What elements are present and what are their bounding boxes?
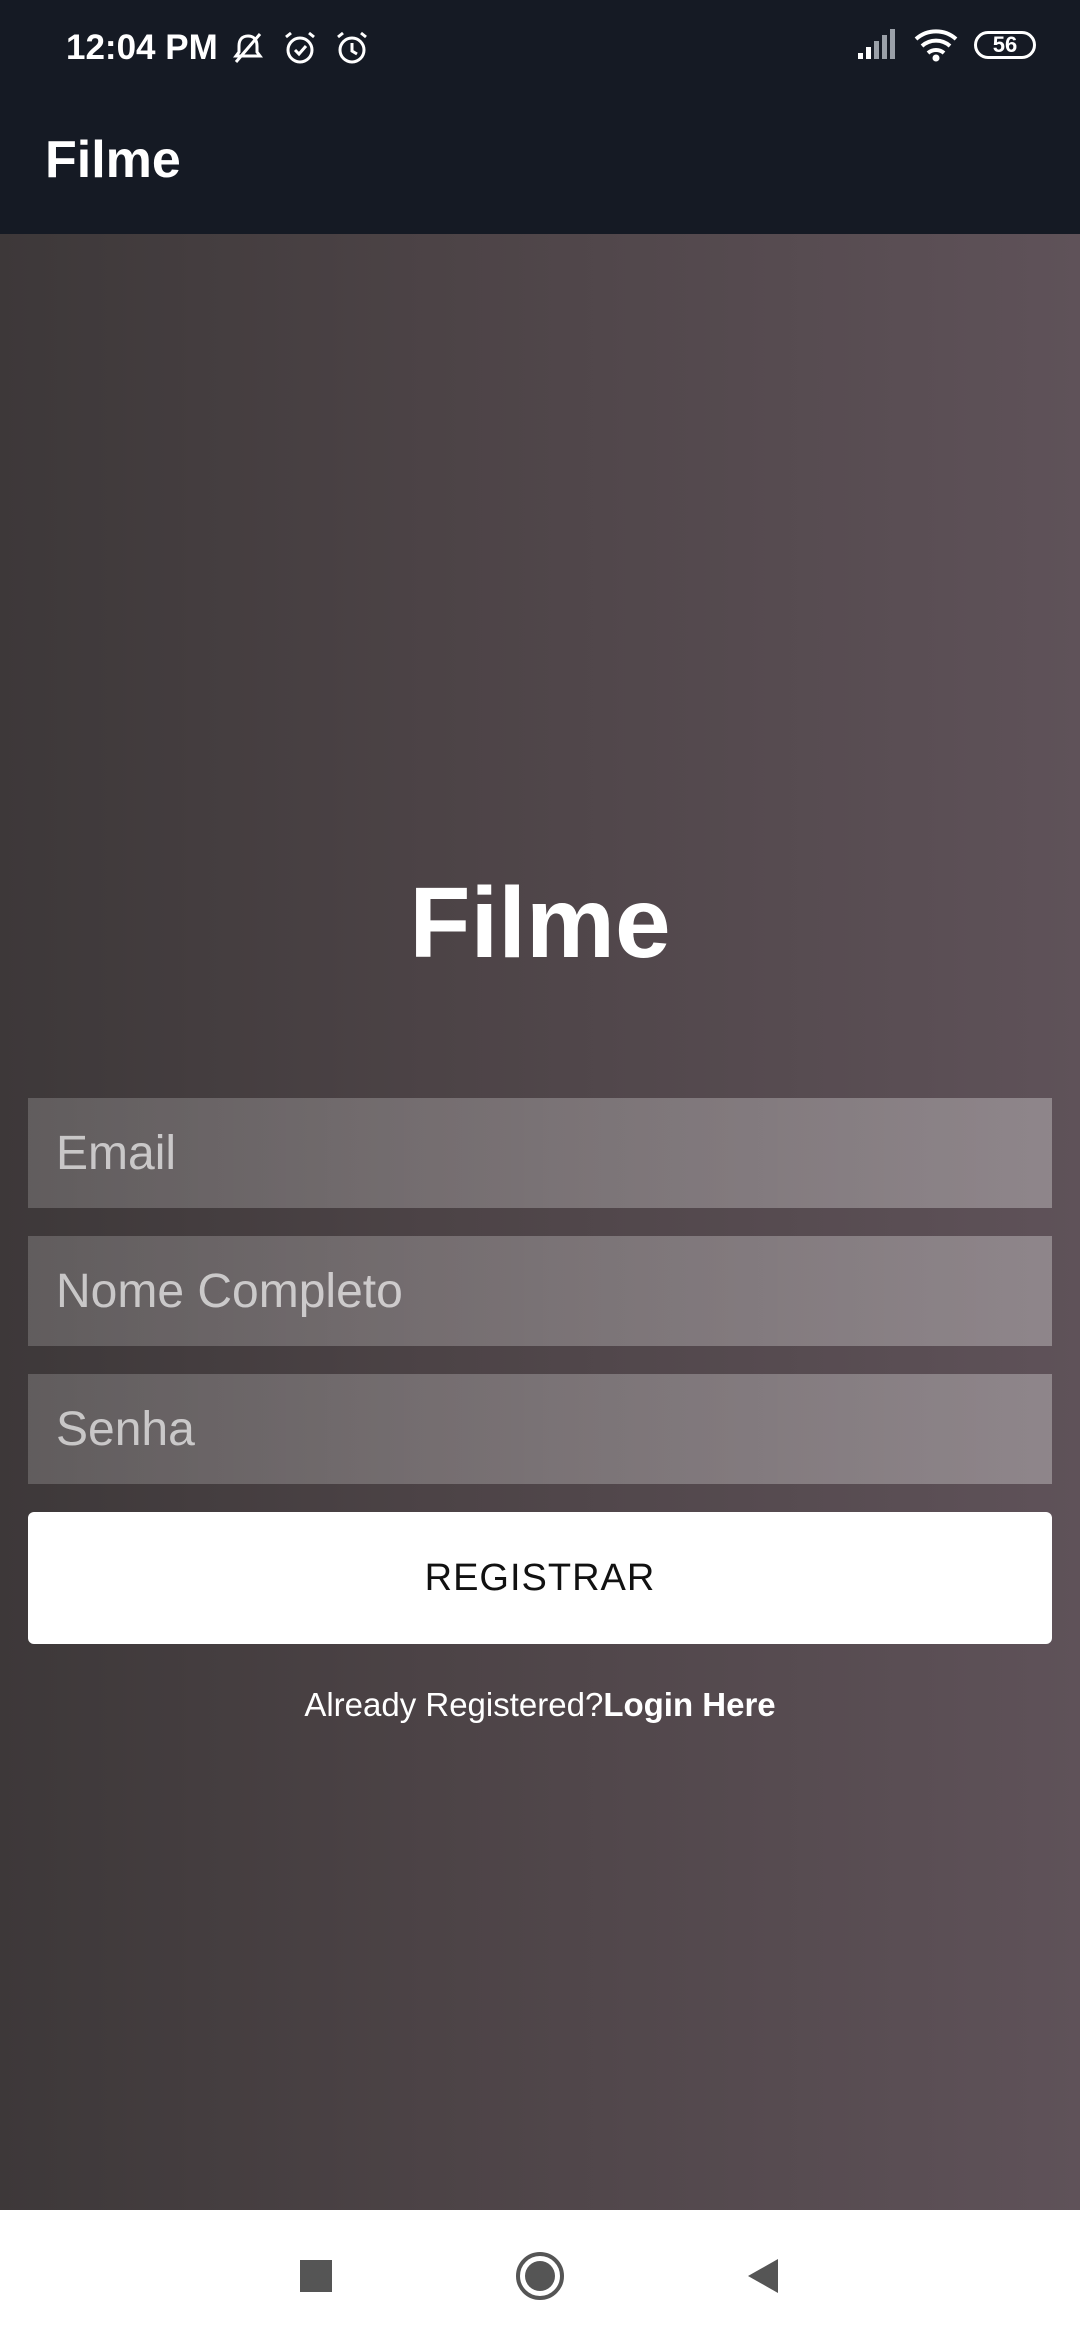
navigation-bar [0, 2210, 1080, 2340]
recents-icon [300, 2260, 332, 2292]
wifi-icon [914, 29, 958, 62]
home-icon [516, 2252, 564, 2300]
email-input[interactable] [28, 1098, 1052, 1208]
register-button[interactable]: REGISTRAR [28, 1512, 1052, 1644]
email-field-container [28, 1098, 1052, 1208]
mute-icon [233, 33, 263, 63]
signal-icon [858, 29, 895, 59]
home-button[interactable] [512, 2248, 568, 2304]
back-button[interactable] [736, 2248, 792, 2304]
app-bar: Filme [0, 100, 1080, 234]
brand-title: Filme [409, 867, 671, 979]
password-field-container [28, 1374, 1052, 1484]
recents-button[interactable] [288, 2248, 344, 2304]
status-bar: 12:04 PM 56 [0, 0, 1080, 100]
alarm-icon [337, 31, 367, 64]
status-time: 12:04 PM [66, 28, 218, 67]
back-icon [748, 2259, 778, 2293]
full-name-input[interactable] [28, 1236, 1052, 1346]
password-input[interactable] [28, 1374, 1052, 1484]
register-screen: Filme REGISTRAR Already Registered?Login… [0, 234, 1080, 2210]
notification-icons [228, 28, 372, 68]
login-prompt-row: Already Registered?Login Here [0, 1686, 1080, 1724]
full-name-field-container [28, 1236, 1052, 1346]
login-link[interactable]: Login Here [603, 1686, 775, 1723]
login-prompt-text: Already Registered? [304, 1686, 604, 1723]
app-title: Filme [45, 131, 181, 189]
battery-icon: 56 [974, 31, 1036, 59]
system-icons: 56 [856, 28, 1036, 62]
alarm-icon [285, 31, 315, 64]
